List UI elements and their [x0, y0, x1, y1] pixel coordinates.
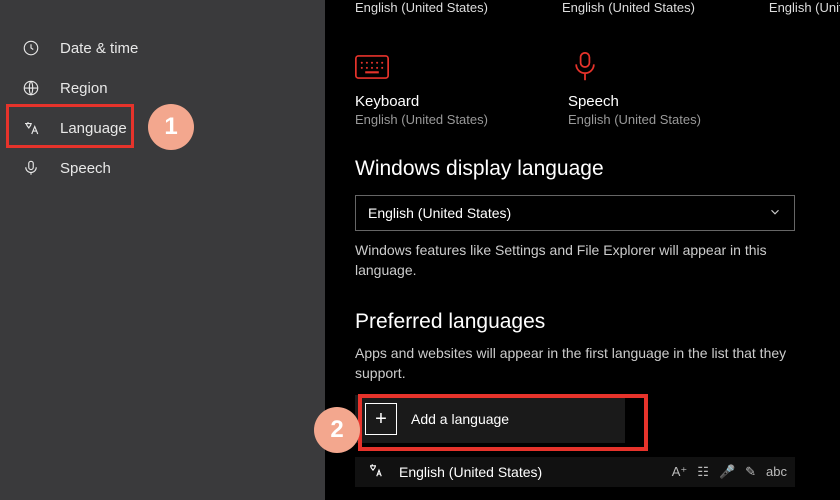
overview-value: English (United States)	[562, 0, 695, 15]
feature-icon: abc	[766, 464, 787, 480]
section-heading-preferred: Preferred languages	[355, 310, 814, 334]
preferred-helper: Apps and websites will appear in the fir…	[355, 344, 795, 383]
device-title: Keyboard	[355, 93, 419, 110]
sidebar-item-label: Speech	[60, 160, 111, 177]
sidebar-item-speech[interactable]: Speech	[0, 148, 325, 188]
sidebar-item-region[interactable]: Region	[0, 68, 325, 108]
sidebar-item-date-time[interactable]: Date & time	[0, 28, 325, 68]
keyboard-icon	[355, 49, 389, 85]
overview-value: English (United States)	[355, 0, 488, 15]
display-language-select[interactable]: English (United States)	[355, 195, 795, 231]
overview-value: English (United States)	[769, 0, 840, 15]
plus-icon: +	[365, 403, 397, 435]
add-language-button[interactable]: + Add a language	[355, 395, 625, 443]
section-heading-display-language: Windows display language	[355, 157, 814, 181]
device-keyboard[interactable]: Keyboard English (United States)	[355, 49, 488, 127]
language-pack-icon	[367, 462, 385, 483]
microphone-icon	[568, 49, 602, 85]
feature-icon: A⁺	[672, 464, 688, 480]
device-title: Speech	[568, 93, 619, 110]
language-icon	[20, 119, 42, 137]
settings-main-panel: English (United States) English (United …	[325, 0, 840, 500]
sidebar-item-label: Date & time	[60, 40, 138, 57]
feature-icon: 🎤	[719, 464, 735, 480]
annotation-callout-1: 1	[148, 104, 194, 150]
microphone-icon	[20, 159, 42, 177]
language-feature-icons: A⁺ ☷ 🎤 ✎ abc	[672, 464, 787, 480]
preferred-language-row[interactable]: English (United States) A⁺ ☷ 🎤 ✎ abc	[355, 457, 795, 487]
device-subtitle: English (United States)	[568, 112, 701, 127]
add-language-label: Add a language	[411, 411, 509, 427]
annotation-callout-2: 2	[314, 407, 360, 453]
feature-icon: ☷	[697, 464, 709, 480]
device-row: Keyboard English (United States) Speech …	[355, 49, 814, 127]
device-subtitle: English (United States)	[355, 112, 488, 127]
preferred-language-label: English (United States)	[399, 464, 672, 480]
feature-icon: ✎	[745, 464, 756, 480]
sidebar-item-label: Language	[60, 120, 127, 137]
select-value: English (United States)	[368, 205, 511, 221]
globe-icon	[20, 79, 42, 97]
clock-icon	[20, 39, 42, 57]
settings-sidebar: Date & time Region Language Speech	[0, 0, 325, 500]
sidebar-item-label: Region	[60, 80, 108, 97]
device-speech[interactable]: Speech English (United States)	[568, 49, 701, 127]
language-overview-row: English (United States) English (United …	[355, 0, 814, 15]
display-language-helper: Windows features like Settings and File …	[355, 241, 795, 280]
chevron-down-icon	[768, 205, 782, 222]
